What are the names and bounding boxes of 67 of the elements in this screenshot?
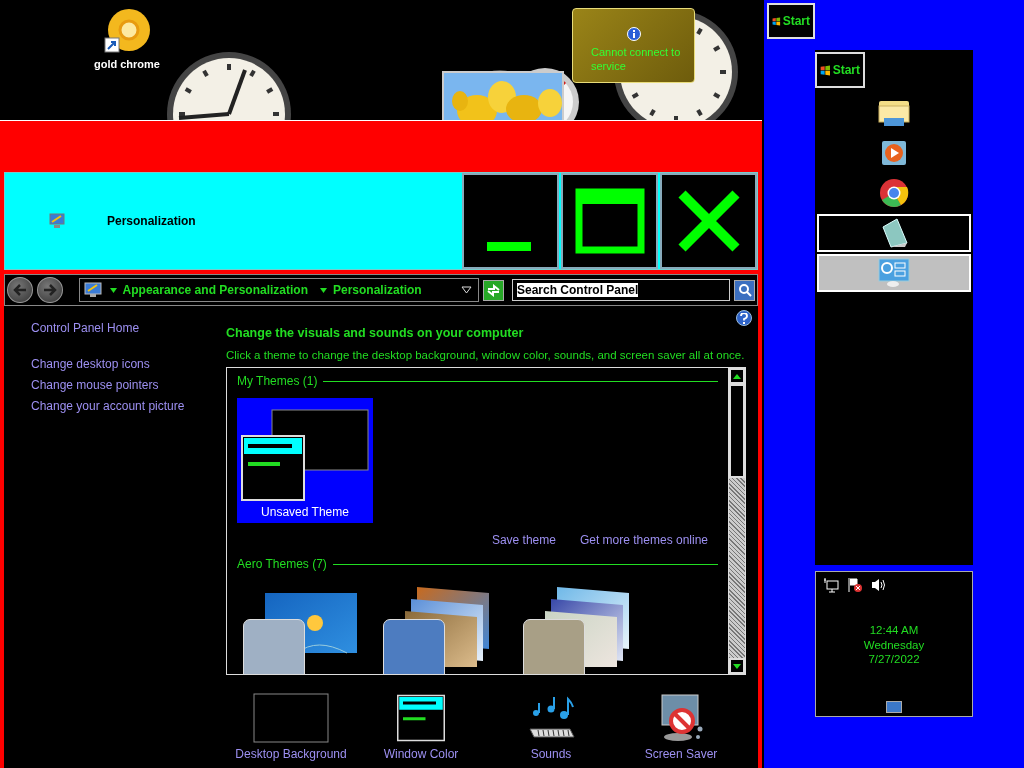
up-arrow-icon (733, 373, 741, 379)
search-icon (737, 283, 752, 297)
folder-icon (878, 98, 910, 128)
window-preview-icon (397, 693, 445, 743)
close-icon (675, 188, 742, 254)
caret-icon (320, 287, 327, 293)
close-button[interactable] (660, 173, 757, 269)
network-icon[interactable] (823, 577, 839, 593)
scroll-up-button[interactable] (729, 368, 745, 384)
scrollbar[interactable] (728, 368, 745, 674)
group-title: Aero Themes (7) (237, 557, 327, 571)
theme-tile[interactable]: Unsaved Theme (237, 398, 373, 523)
breadcrumb-field[interactable]: Appearance and Personalization Personalization (78, 278, 480, 302)
info-icon (627, 27, 641, 41)
task-link[interactable]: Change your account picture (31, 399, 226, 413)
window-title: Personalization (107, 214, 196, 228)
theme-link[interactable]: Save theme (491, 533, 556, 547)
breadcrumb-item[interactable]: Appearance and Personalization (122, 283, 308, 297)
dropdown-icon[interactable] (461, 286, 473, 294)
speaker-icon[interactable] (871, 577, 887, 593)
scroll-down-button[interactable] (729, 658, 745, 674)
flag-warning-icon[interactable] (847, 577, 863, 593)
maximize-button[interactable] (561, 173, 658, 269)
scroll-thumb[interactable] (729, 384, 745, 478)
group-title: My Themes (1) (237, 374, 318, 388)
down-arrow-icon (733, 663, 741, 669)
help-button[interactable] (736, 310, 752, 326)
breadcrumb-item[interactable]: Personalization (333, 283, 422, 297)
monitor-icon (83, 282, 102, 298)
notepad-icon (879, 217, 909, 249)
help-icon (740, 312, 748, 324)
monitor-icon (49, 213, 65, 229)
minimize-icon (486, 241, 531, 251)
control-panel-icon (878, 258, 910, 288)
empty-preview-icon (253, 693, 329, 743)
search-button[interactable] (734, 279, 755, 301)
setting-link[interactable]: Desktop Background (226, 693, 356, 761)
forward-button[interactable] (36, 277, 63, 303)
clock-day: Wednesday (863, 637, 925, 652)
maximize-icon (574, 188, 645, 254)
taskbar-app-button[interactable] (817, 214, 971, 252)
search-field[interactable]: Search Control Panel (512, 279, 731, 301)
page-description: Click a theme to change the desktop background, window color, sounds, and screen saver all at once. (226, 349, 746, 361)
media-player-icon (881, 140, 907, 166)
setting-link[interactable]: Screen Saver (616, 693, 746, 761)
shortcut-icon[interactable] (103, 8, 151, 54)
refresh-icon (486, 283, 502, 297)
back-button[interactable] (7, 277, 33, 303)
error-message: Cannot connect to service (591, 45, 681, 73)
back-arrow-icon (12, 284, 27, 296)
forward-arrow-icon (42, 284, 57, 296)
setting-link[interactable]: Sounds (486, 693, 616, 761)
setting-link[interactable]: Window Color (356, 693, 486, 761)
home-link[interactable]: Control Panel Home (31, 321, 226, 335)
caret-icon (109, 287, 117, 293)
theme-link[interactable]: Get more themes online (579, 533, 708, 547)
refresh-button[interactable] (483, 279, 504, 301)
icon-label: gold chrome (94, 58, 160, 70)
minimize-button[interactable] (462, 173, 559, 269)
start-button[interactable]: Start (815, 52, 865, 88)
clock-time[interactable]: 12:44 AM (869, 623, 919, 638)
task-link[interactable]: Change mouse pointers (31, 378, 226, 392)
start-button[interactable]: Start (767, 3, 815, 39)
task-link[interactable]: Change desktop icons (31, 357, 226, 371)
clock-date: 7/27/2022 (868, 652, 920, 667)
page-heading: Change the visuals and sounds on your computer (226, 326, 525, 340)
browser-icon (879, 178, 909, 208)
